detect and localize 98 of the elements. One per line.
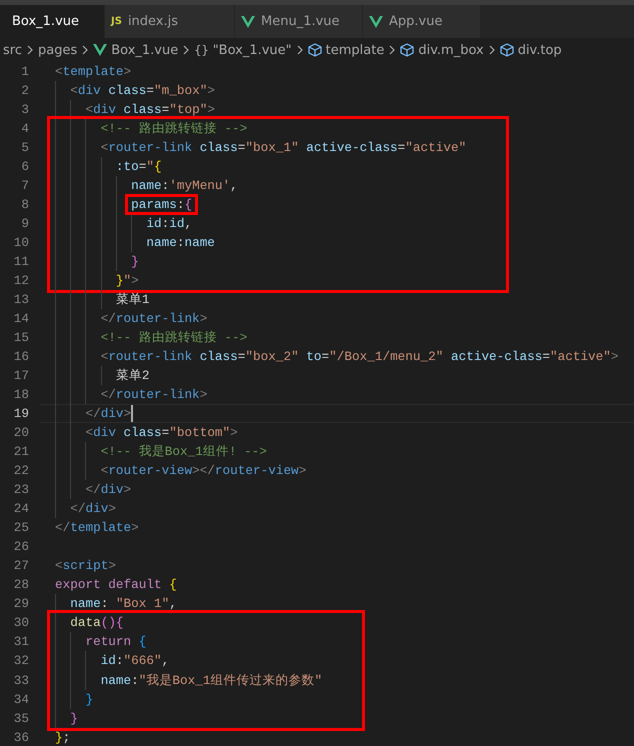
line-number: 6	[20, 158, 29, 176]
code-line: 菜单2	[116, 368, 150, 384]
code-line: <router-view></router-view>	[100, 463, 306, 478]
line-number: 9	[20, 215, 29, 234]
breadcrumb-item[interactable]: src	[3, 42, 22, 58]
editor-tab[interactable]: JS index.js	[105, 5, 235, 38]
cube-icon	[308, 43, 322, 57]
line-number: 27	[12, 557, 29, 576]
line-number: 31	[12, 633, 29, 652]
editor-tab[interactable]: Box_1.vue	[0, 5, 105, 38]
code-line: name: "Box 1",	[70, 596, 177, 612]
breadcrumb-item[interactable]: "Box_1.vue"	[212, 42, 292, 58]
line-number: 16	[12, 348, 29, 366]
code-line: <router-link class="box_1" active-class="active"	[100, 140, 466, 156]
chevron-icon	[488, 45, 495, 55]
code-line: }">	[116, 273, 139, 288]
code-line: id:"666",	[100, 653, 170, 668]
code-line: id:id,	[146, 216, 192, 232]
chevron-icon	[296, 45, 303, 55]
line-number: 26	[12, 538, 29, 556]
chevron-icon	[26, 45, 33, 55]
line-number: 25	[12, 519, 29, 538]
line-number: 2	[20, 82, 29, 100]
line-number: 28	[12, 576, 29, 594]
code-line: name:name	[146, 235, 215, 250]
line-number: 5	[20, 139, 29, 158]
code-line: return {	[85, 634, 146, 650]
line-number: 19	[12, 405, 29, 424]
chevron-icon	[183, 45, 190, 55]
code-line: 菜单1	[116, 292, 150, 308]
line-number: 11	[12, 253, 29, 272]
code-line: </div>	[85, 482, 132, 498]
breadcrumb-item[interactable]: Box_1.vue	[111, 42, 178, 58]
line-number: 18	[12, 386, 29, 404]
code-line: <div class="top">	[85, 102, 215, 118]
code-line: </div>	[70, 501, 116, 516]
code-line: <script>	[55, 558, 116, 574]
vue-icon	[241, 16, 255, 28]
code-line: </router-link>	[100, 387, 208, 402]
code-line: name:"我是Box_1组件传过来的参数"	[100, 672, 322, 688]
code-line: </div>	[85, 406, 132, 422]
breadcrumb-item[interactable]: div.top	[518, 42, 562, 58]
line-number: 32	[12, 652, 29, 670]
line-number: 15	[12, 329, 29, 348]
line-number: 3	[20, 101, 29, 120]
code-line: <!-- 路由跳转链接 -->	[100, 121, 248, 136]
line-number: 1	[20, 63, 29, 81]
line-number: 13	[12, 291, 29, 310]
code-line: </router-link>	[100, 311, 208, 326]
line-number: 17	[12, 367, 29, 386]
code-line: </template>	[55, 520, 139, 536]
line-number: 8	[20, 196, 29, 214]
editor-tab[interactable]: Menu_1.vue	[235, 5, 363, 38]
code-line: export default {	[55, 577, 177, 592]
cube-icon	[500, 43, 514, 57]
editor-tab[interactable]: App.vue	[363, 5, 481, 38]
line-number: 7	[20, 177, 29, 196]
js-icon: JS	[111, 16, 122, 27]
line-number: 36	[12, 728, 29, 746]
line-number: 23	[12, 481, 29, 500]
line-number: 12	[12, 272, 29, 290]
vue-icon	[369, 16, 383, 28]
code-line: name:'myMenu',	[131, 178, 238, 194]
code-line: <!-- 我是Box_1组件! -->	[100, 444, 267, 460]
chevron-icon	[82, 45, 88, 55]
code-line: }	[70, 710, 78, 726]
text-cursor	[131, 405, 134, 422]
line-number: 30	[12, 614, 29, 632]
line-number: 29	[12, 595, 29, 614]
line-number: 22	[12, 462, 29, 480]
code-line: params:{	[131, 197, 192, 212]
indent-guide	[100, 366, 102, 386]
code-line: }	[131, 254, 139, 270]
code-line: };	[55, 730, 70, 745]
breadcrumb-item[interactable]: template	[326, 42, 384, 58]
line-number: 4	[20, 120, 29, 138]
line-number: 21	[12, 443, 29, 462]
code-line: data(){	[70, 615, 124, 630]
line-number: 33	[12, 672, 29, 690]
line-number: 24	[12, 500, 29, 518]
breadcrumb-item[interactable]: div.m_box	[418, 42, 484, 58]
line-number: 14	[12, 310, 29, 328]
cube-icon	[400, 43, 414, 57]
code-line: <div class="m_box">	[70, 83, 215, 98]
chevron-icon	[389, 45, 396, 55]
code-line: :to="{	[116, 159, 162, 174]
line-number: 35	[12, 710, 29, 728]
line-number: 34	[12, 690, 29, 709]
line-number: 20	[12, 424, 29, 442]
vue-icon	[93, 44, 108, 56]
breadcrumb-item[interactable]: pages	[38, 42, 78, 58]
code-line: }	[85, 692, 94, 707]
line-number: 10	[12, 234, 29, 252]
code-line: <template>	[55, 64, 132, 79]
braces-icon: {}	[194, 43, 209, 57]
code-line: <div class="bottom">	[85, 425, 238, 440]
code-line: <!-- 路由跳转链接 -->	[100, 330, 248, 346]
code-line: <router-link class="box_2" to="/Box_1/menu_2" active-class="active">	[100, 349, 619, 364]
